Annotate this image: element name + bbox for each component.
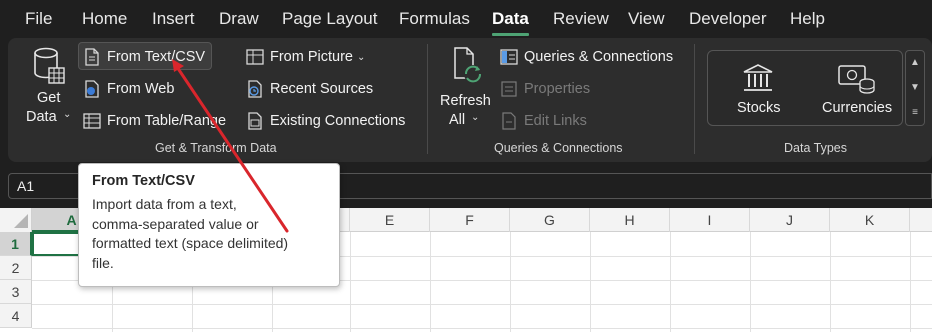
table-icon [83,113,101,129]
column-header-e[interactable]: E [350,208,430,232]
gridline [350,232,351,332]
edit-links-icon [502,112,516,130]
properties-label: Properties [524,81,591,97]
web-page-icon [85,80,99,98]
tooltip-line: formatted text (space delimited) [92,235,289,251]
row-header-4[interactable]: 4 [0,304,32,328]
tab-view[interactable]: View [628,9,665,29]
get-data-label-1: Get [37,90,61,106]
from-text-csv-button[interactable]: From Text/CSV [82,44,205,70]
refresh-label-2: All [449,112,466,128]
refresh-all-button[interactable]: Refresh All ⌄ [437,44,495,130]
tooltip-title: From Text/CSV [92,173,195,189]
queries-connections-label: Queries & Connections [524,49,674,65]
currencies-button[interactable]: Currencies [815,58,899,122]
tab-help[interactable]: Help [790,9,825,29]
from-web-label: From Web [107,81,175,97]
stocks-button[interactable]: Stocks [723,58,795,122]
gallery-more-button[interactable]: ≡ [906,101,924,125]
tab-draw[interactable]: Draw [219,9,259,29]
row-header-3[interactable]: 3 [0,280,32,304]
currency-icon [838,65,875,94]
bank-icon [743,64,773,91]
gallery-scroll: ▲ ▼ ≡ [905,50,925,126]
tab-insert[interactable]: Insert [152,9,195,29]
column-header-g[interactable]: G [510,208,590,232]
formula-input[interactable] [340,173,932,199]
tab-page-layout[interactable]: Page Layout [282,9,377,29]
menu-bar: File Home Insert Draw Page Layout Formul… [0,0,932,38]
tab-home[interactable]: Home [82,9,127,29]
tab-developer[interactable]: Developer [689,9,767,29]
recent-sources-label: Recent Sources [270,81,374,97]
existing-connections-label: Existing Connections [270,113,406,129]
column-header-f[interactable]: F [430,208,510,232]
tab-file[interactable]: File [25,9,52,29]
from-text-csv-tooltip: From Text/CSV Import data from a text, c… [78,163,340,287]
active-tab-indicator [492,33,529,36]
tab-data[interactable]: Data [492,9,529,29]
edit-links-label: Edit Links [524,113,587,129]
picture-table-icon [246,49,264,65]
tab-formulas[interactable]: Formulas [399,9,470,29]
gridline [430,232,431,332]
row-header-2[interactable]: 2 [0,256,32,280]
properties-icon [501,81,517,97]
column-header-h[interactable]: H [590,208,670,232]
tooltip-line: Import data from a text, [92,196,237,212]
chevron-down-icon: ⌄ [63,109,72,120]
gridline [32,304,932,305]
database-icon [34,47,65,84]
existing-connections-icon [248,112,262,130]
properties-button[interactable]: Properties [499,76,590,102]
recent-sources-button[interactable]: Recent Sources [245,76,373,102]
select-all-icon [14,214,28,228]
gridline [510,232,511,332]
queries-connections-icon [500,49,518,65]
gridline [670,232,671,332]
tooltip-line: file. [92,254,114,271]
tab-review[interactable]: Review [553,9,609,29]
queries-connections-button[interactable]: Queries & Connections [499,44,673,70]
from-table-range-button[interactable]: From Table/Range [82,108,226,134]
gridline [32,328,932,329]
from-web-button[interactable]: From Web [82,76,174,102]
gridline [590,232,591,332]
recent-sources-icon [248,80,262,98]
get-data-button[interactable]: Get Data ⌄ [22,44,74,130]
group-label-queries: Queries & Connections [494,141,623,155]
group-separator [427,44,428,154]
column-header-k[interactable]: K [830,208,910,232]
group-label-get-transform: Get & Transform Data [155,141,277,155]
get-data-label-2: Data [26,109,57,125]
text-file-icon [85,48,99,66]
column-header-i[interactable]: I [670,208,750,232]
gallery-down-button[interactable]: ▼ [906,76,924,100]
chevron-down-icon: ⌄ [471,112,480,123]
from-picture-button[interactable]: From Picture ⌄ [245,44,365,70]
tooltip-line: comma-separated value or [92,215,259,232]
chevron-down-icon: ⌄ [357,51,366,63]
refresh-icon [454,47,482,83]
edit-links-button[interactable]: Edit Links [499,108,587,134]
group-label-data-types: Data Types [784,141,848,155]
existing-connections-button[interactable]: Existing Connections [245,108,405,134]
gridline [750,232,751,332]
row-header-1[interactable]: 1 [0,232,32,256]
from-text-csv-label: From Text/CSV [107,49,206,65]
gridline [830,232,831,332]
from-picture-label: From Picture [270,49,353,65]
tooltip-body: Import data from a text, comma-separated… [92,195,326,273]
currencies-label: Currencies [822,100,893,116]
column-header-j[interactable]: J [750,208,830,232]
from-table-range-label: From Table/Range [107,113,227,129]
group-separator [694,44,695,154]
stocks-label: Stocks [737,100,781,116]
refresh-label-1: Refresh [440,93,491,109]
gallery-up-button[interactable]: ▲ [906,51,924,75]
gridline [910,232,911,332]
